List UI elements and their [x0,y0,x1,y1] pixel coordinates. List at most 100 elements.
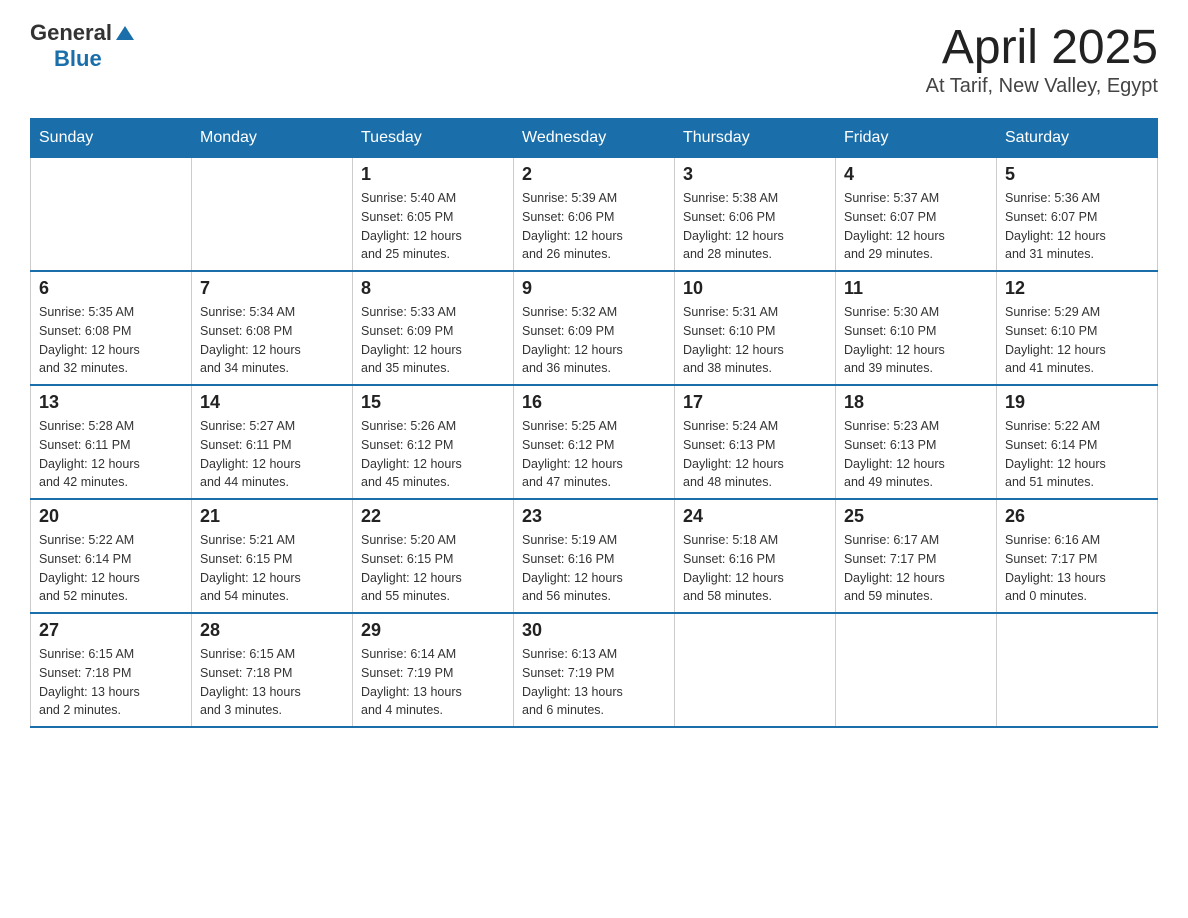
calendar-week-4: 20Sunrise: 5:22 AMSunset: 6:14 PMDayligh… [31,499,1158,613]
day-number: 10 [683,278,827,299]
calendar-cell: 26 Sunrise: 6:16 AMSunset: 7:17 PMDayligh… [997,499,1158,613]
day-info: Sunrise: 5:20 AMSunset: 6:15 PMDaylight:… [361,531,505,606]
logo-general: General [30,20,112,46]
day-number: 8 [361,278,505,299]
day-number: 13 [39,392,183,413]
calendar-cell: 4Sunrise: 5:37 AMSunset: 6:07 PMDaylight… [836,158,997,272]
calendar-week-3: 13 Sunrise: 5:28 AMSunset: 6:11 PMDayligh… [31,385,1158,499]
day-number: 24 [683,506,827,527]
day-info: Sunrise: 6:16 AMSunset: 7:17 PMDaylight:… [1005,531,1149,606]
day-number: 26 [1005,506,1149,527]
day-info: Sunrise: 5:40 AMSunset: 6:05 PMDaylight:… [361,189,505,264]
calendar-cell: 17 Sunrise: 5:24 AMSunset: 6:13 PMDayligh… [675,385,836,499]
calendar-cell: 11 Sunrise: 5:30 AMSunset: 6:10 PMDayligh… [836,271,997,385]
day-info: Sunrise: 6:17 AMSunset: 7:17 PMDaylight:… [844,531,988,606]
calendar-cell: 28 Sunrise: 6:15 AMSunset: 7:18 PMDayligh… [192,613,353,727]
calendar-cell: 18 Sunrise: 5:23 AMSunset: 6:13 PMDayligh… [836,385,997,499]
day-info: Sunrise: 5:18 AMSunset: 6:16 PMDaylight:… [683,531,827,606]
day-info: Sunrise: 5:39 AMSunset: 6:06 PMDaylight:… [522,189,666,264]
weekday-header-wednesday: Wednesday [514,119,675,158]
calendar-cell: 6 Sunrise: 5:35 AMSunset: 6:08 PMDaylight… [31,271,192,385]
day-info: Sunrise: 5:21 AMSunset: 6:15 PMDaylight:… [200,531,344,606]
calendar-cell [675,613,836,727]
calendar-cell: 16 Sunrise: 5:25 AMSunset: 6:12 PMDayligh… [514,385,675,499]
page-subtitle: At Tarif, New Valley, Egypt [926,75,1158,98]
calendar-cell [997,613,1158,727]
day-info: Sunrise: 5:34 AMSunset: 6:08 PMDaylight:… [200,303,344,378]
day-number: 9 [522,278,666,299]
weekday-header-row: SundayMondayTuesdayWednesdayThursdayFrid… [31,119,1158,158]
day-info: Sunrise: 5:31 AMSunset: 6:10 PMDaylight:… [683,303,827,378]
calendar-cell [192,158,353,272]
day-info: Sunrise: 5:38 AMSunset: 6:06 PMDaylight:… [683,189,827,264]
weekday-header-saturday: Saturday [997,119,1158,158]
weekday-header-tuesday: Tuesday [353,119,514,158]
calendar-week-5: 27 Sunrise: 6:15 AMSunset: 7:18 PMDayligh… [31,613,1158,727]
calendar-cell: 1 Sunrise: 5:40 AMSunset: 6:05 PMDaylight… [353,158,514,272]
calendar-body: 1 Sunrise: 5:40 AMSunset: 6:05 PMDaylight… [31,158,1158,728]
logo-triangle-icon [114,22,136,44]
day-info: Sunrise: 5:32 AMSunset: 6:09 PMDaylight:… [522,303,666,378]
title-block: April 2025 At Tarif, New Valley, Egypt [926,20,1158,98]
day-number: 23 [522,506,666,527]
day-number: 17 [683,392,827,413]
logo-blue: Blue [54,46,102,72]
calendar-header: SundayMondayTuesdayWednesdayThursdayFrid… [31,119,1158,158]
day-info: Sunrise: 5:35 AMSunset: 6:08 PMDaylight:… [39,303,183,378]
day-info: Sunrise: 6:15 AMSunset: 7:18 PMDaylight:… [200,645,344,720]
calendar-cell: 8Sunrise: 5:33 AMSunset: 6:09 PMDaylight… [353,271,514,385]
calendar-cell: 19 Sunrise: 5:22 AMSunset: 6:14 PMDayligh… [997,385,1158,499]
calendar-cell: 24 Sunrise: 5:18 AMSunset: 6:16 PMDayligh… [675,499,836,613]
day-number: 14 [200,392,344,413]
day-number: 16 [522,392,666,413]
day-info: Sunrise: 5:22 AMSunset: 6:14 PMDaylight:… [1005,417,1149,492]
day-number: 5 [1005,164,1149,185]
day-number: 27 [39,620,183,641]
calendar-cell [31,158,192,272]
calendar-cell: 14 Sunrise: 5:27 AMSunset: 6:11 PMDayligh… [192,385,353,499]
calendar-week-1: 1 Sunrise: 5:40 AMSunset: 6:05 PMDaylight… [31,158,1158,272]
calendar-cell: 15 Sunrise: 5:26 AMSunset: 6:12 PMDayligh… [353,385,514,499]
calendar-cell [836,613,997,727]
page-title: April 2025 [926,20,1158,75]
day-number: 6 [39,278,183,299]
day-info: Sunrise: 5:36 AMSunset: 6:07 PMDaylight:… [1005,189,1149,264]
calendar-cell: 30Sunrise: 6:13 AMSunset: 7:19 PMDayligh… [514,613,675,727]
day-number: 21 [200,506,344,527]
day-number: 28 [200,620,344,641]
day-number: 12 [1005,278,1149,299]
calendar-table: SundayMondayTuesdayWednesdayThursdayFrid… [30,118,1158,728]
day-info: Sunrise: 5:25 AMSunset: 6:12 PMDaylight:… [522,417,666,492]
day-number: 18 [844,392,988,413]
day-number: 30 [522,620,666,641]
weekday-header-monday: Monday [192,119,353,158]
calendar-cell: 12Sunrise: 5:29 AMSunset: 6:10 PMDayligh… [997,271,1158,385]
calendar-cell: 29 Sunrise: 6:14 AMSunset: 7:19 PMDayligh… [353,613,514,727]
day-number: 1 [361,164,505,185]
calendar-cell: 25Sunrise: 6:17 AMSunset: 7:17 PMDayligh… [836,499,997,613]
day-info: Sunrise: 6:15 AMSunset: 7:18 PMDaylight:… [39,645,183,720]
day-info: Sunrise: 5:27 AMSunset: 6:11 PMDaylight:… [200,417,344,492]
calendar-cell: 21 Sunrise: 5:21 AMSunset: 6:15 PMDayligh… [192,499,353,613]
day-info: Sunrise: 6:14 AMSunset: 7:19 PMDaylight:… [361,645,505,720]
day-info: Sunrise: 5:26 AMSunset: 6:12 PMDaylight:… [361,417,505,492]
weekday-header-sunday: Sunday [31,119,192,158]
day-info: Sunrise: 5:28 AMSunset: 6:11 PMDaylight:… [39,417,183,492]
day-info: Sunrise: 5:24 AMSunset: 6:13 PMDaylight:… [683,417,827,492]
calendar-cell: 10 Sunrise: 5:31 AMSunset: 6:10 PMDayligh… [675,271,836,385]
calendar-cell: 5 Sunrise: 5:36 AMSunset: 6:07 PMDaylight… [997,158,1158,272]
day-number: 29 [361,620,505,641]
calendar-cell: 22Sunrise: 5:20 AMSunset: 6:15 PMDayligh… [353,499,514,613]
calendar-cell: 23Sunrise: 5:19 AMSunset: 6:16 PMDayligh… [514,499,675,613]
calendar-cell: 3Sunrise: 5:38 AMSunset: 6:06 PMDaylight… [675,158,836,272]
day-number: 20 [39,506,183,527]
calendar-cell: 7Sunrise: 5:34 AMSunset: 6:08 PMDaylight… [192,271,353,385]
day-number: 15 [361,392,505,413]
day-number: 19 [1005,392,1149,413]
calendar-cell: 20Sunrise: 5:22 AMSunset: 6:14 PMDayligh… [31,499,192,613]
day-number: 2 [522,164,666,185]
calendar-week-2: 6 Sunrise: 5:35 AMSunset: 6:08 PMDaylight… [31,271,1158,385]
day-info: Sunrise: 5:30 AMSunset: 6:10 PMDaylight:… [844,303,988,378]
day-info: Sunrise: 5:23 AMSunset: 6:13 PMDaylight:… [844,417,988,492]
day-number: 11 [844,278,988,299]
